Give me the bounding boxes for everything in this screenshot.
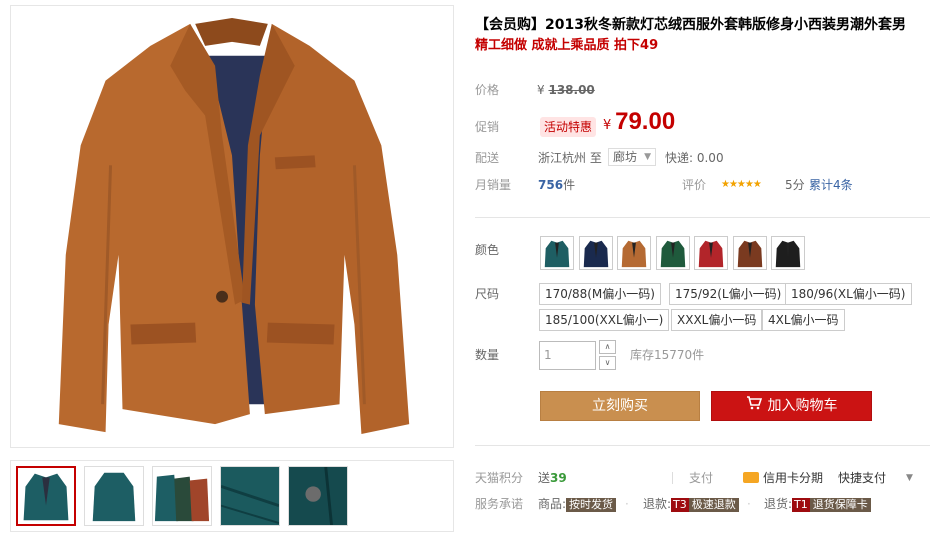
size-option[interactable]: 185/100(XXL偏小一): [539, 309, 670, 331]
points-pay-row: 天猫积分 送39 支付 信用卡分期 快捷支付 ▼: [475, 468, 930, 488]
size-label: 尺码: [475, 287, 500, 301]
service-return[interactable]: 退货: T1 退货保障卡: [764, 494, 871, 514]
size-option[interactable]: 175/92(L偏小一码): [669, 283, 788, 305]
points-value: 送39: [538, 468, 567, 488]
pay-label: 支付: [689, 471, 714, 485]
color-swatch-red[interactable]: [694, 236, 728, 270]
service-return-t: T1: [792, 498, 810, 512]
original-price: ¥ 138.00: [537, 78, 595, 102]
swatch-jacket-icon: [656, 237, 689, 269]
main-product-image[interactable]: [10, 5, 454, 448]
service-ship-tag: 按时发货: [566, 498, 617, 512]
thumbnail-front[interactable]: [16, 466, 76, 526]
service-refund-tag: 极速退款: [688, 498, 739, 512]
swatch-jacket-icon: [733, 237, 766, 269]
add-to-cart-label: 加入购物车: [767, 398, 838, 414]
sales-row: 月销量 756件 评价 ★★★★★ 5分 累计4条: [475, 173, 930, 197]
currency-symbol: ¥: [537, 83, 545, 97]
color-swatch-camel[interactable]: [617, 236, 651, 270]
size-option[interactable]: 180/96(XL偏小一码): [785, 283, 912, 305]
product-info: 【会员购】2013秋冬新款灯芯绒西服外套韩版修身小西装男潮外套男 精工细做 成就…: [475, 14, 925, 56]
sales-count: 756件: [538, 173, 575, 197]
ship-from: 浙江杭州 至: [538, 151, 602, 165]
cart-icon: [746, 392, 762, 420]
size-option[interactable]: 4XL偏小一码: [762, 309, 845, 331]
sales-label: 月销量: [475, 178, 512, 192]
service-refund[interactable]: 退款: T3 极速退款: [643, 494, 739, 514]
credit-installment[interactable]: 信用卡分期: [743, 468, 823, 488]
points-prefix: 送: [538, 471, 551, 485]
rating-stars-icon: ★★★★★: [721, 179, 762, 190]
size-option[interactable]: 170/88(M偏小一码): [539, 283, 661, 305]
shipping-row: 配送 浙江杭州 至 廊坊 ▼ 快递: 0.00: [475, 146, 930, 170]
service-refund-t: T3: [671, 498, 689, 512]
quantity-down-button[interactable]: ∨: [599, 356, 616, 370]
swatch-jacket-icon: [772, 237, 804, 269]
thumbnail-back[interactable]: [84, 466, 144, 526]
quantity-up-button[interactable]: ∧: [599, 340, 616, 354]
thumbnail-strip: [10, 460, 454, 532]
divider: [475, 445, 930, 446]
swatch-jacket-icon: [618, 237, 650, 269]
color-label: 颜色: [475, 243, 500, 257]
product-title: 【会员购】2013秋冬新款灯芯绒西服外套韩版修身小西装男潮外套男: [475, 17, 906, 33]
service-ship-prefix: 商品:: [538, 497, 567, 511]
credit-installment-label: 信用卡分期: [763, 471, 824, 485]
destination-value: 廊坊: [613, 150, 638, 164]
shipping-fee: 快递: 0.00: [665, 151, 724, 165]
service-ship[interactable]: 商品: 按时发货: [538, 494, 617, 514]
pay-dropdown-icon[interactable]: ▼: [906, 468, 913, 488]
promo-label: 促销: [475, 120, 500, 134]
promo-badge: 活动特惠: [540, 117, 597, 137]
divider: [475, 217, 930, 218]
shipping-label: 配送: [475, 151, 500, 165]
thumbnail-button[interactable]: [288, 466, 348, 526]
service-refund-prefix: 退款:: [643, 497, 672, 511]
rating-score: 5分: [785, 178, 805, 192]
size-option[interactable]: XXXL偏小一码: [671, 309, 763, 331]
sales-count-value: 756: [538, 178, 564, 192]
color-swatch-black[interactable]: [771, 236, 805, 270]
add-to-cart-button[interactable]: 加入购物车: [711, 391, 872, 421]
review-count-link[interactable]: 累计4条: [809, 173, 853, 197]
promo-price: ¥ 79.00: [603, 108, 675, 136]
quick-pay[interactable]: 快捷支付: [838, 468, 886, 488]
service-return-prefix: 退货:: [764, 497, 793, 511]
destination-select[interactable]: 廊坊 ▼: [608, 148, 657, 166]
sales-unit: 件: [563, 178, 576, 192]
stock-count: 库存15770件: [630, 348, 705, 362]
credit-card-icon: [743, 472, 759, 483]
dot-separator: ·: [625, 497, 629, 511]
color-swatch-teal[interactable]: [540, 236, 574, 270]
price-box: 价格 ¥ 138.00 促销 活动特惠 ¥ 79.00 配送 浙江杭州 至 廊坊…: [475, 72, 930, 202]
blazer-image: [11, 6, 453, 447]
price-label: 价格: [475, 83, 500, 97]
buy-now-button[interactable]: 立刻购买: [540, 391, 700, 421]
separator: [672, 472, 673, 484]
quantity-input[interactable]: 1: [539, 341, 596, 370]
swatch-jacket-icon: [695, 237, 727, 269]
promo-price-value: 79.00: [615, 108, 676, 135]
color-swatch-navy[interactable]: [578, 236, 613, 270]
points-label: 天猫积分: [475, 471, 524, 485]
price-row: 价格 ¥ 138.00: [475, 78, 930, 102]
service-label: 服务承诺: [475, 497, 524, 511]
swatch-jacket-icon: [541, 237, 573, 269]
color-swatch-green[interactable]: [655, 236, 690, 270]
thumbnail-fabric[interactable]: [220, 466, 280, 526]
product-gallery: [10, 5, 454, 533]
rating-label: 评价: [682, 178, 707, 192]
color-swatch-brown[interactable]: [732, 236, 767, 270]
thumbnail-colors[interactable]: [152, 466, 212, 526]
original-price-value: 138.00: [548, 83, 595, 97]
promo-currency: ¥: [603, 118, 612, 133]
product-subtitle: 精工细做 成就上乘品质 拍下49: [475, 38, 659, 53]
quantity-label: 数量: [475, 348, 500, 362]
service-row: 服务承诺 商品: 按时发货 · 退款: T3 极速退款 · 退货: T1 退货保障卡: [475, 494, 930, 514]
chevron-down-icon: ▼: [644, 152, 652, 162]
points-number: 39: [550, 471, 567, 485]
dot-separator: ·: [747, 497, 751, 511]
service-return-tag: 退货保障卡: [809, 498, 871, 512]
swatch-jacket-icon: [579, 237, 612, 269]
